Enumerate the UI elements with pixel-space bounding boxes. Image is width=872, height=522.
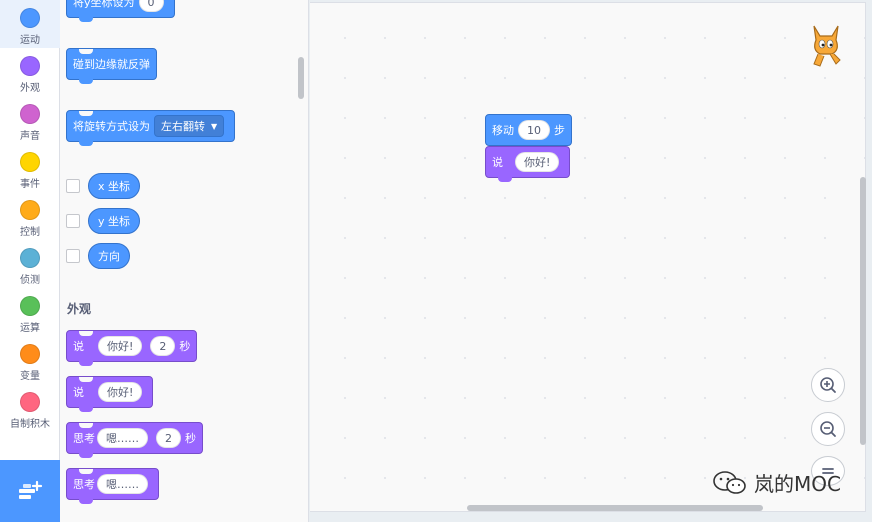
block-notch	[498, 176, 512, 182]
category-control[interactable]: 控制	[0, 192, 60, 240]
block-label: 说	[492, 156, 503, 169]
zoom-in-button[interactable]	[811, 368, 845, 402]
rotation-style-block[interactable]: 将旋转方式设为 左右翻转 ▼	[66, 110, 236, 146]
direction-checkbox[interactable]	[66, 249, 80, 263]
direction-reporter[interactable]: 方向	[88, 243, 130, 269]
add-extension-button[interactable]	[0, 460, 60, 522]
sprite-cat-icon	[806, 20, 846, 74]
dropdown-value: 左右翻转	[161, 120, 205, 133]
block-notch	[79, 498, 93, 504]
block-top-notch	[79, 331, 93, 336]
motion-color-dot	[20, 8, 40, 28]
category-motion[interactable]: 运动	[0, 0, 60, 48]
x-position-reporter[interactable]: x 坐标	[88, 173, 141, 199]
secs-input[interactable]: 2	[150, 336, 176, 356]
block-notch	[79, 360, 93, 366]
bounce-block[interactable]: 碰到边缘就反弹	[66, 48, 157, 84]
wechat-icon	[713, 470, 746, 494]
control-color-dot	[20, 200, 40, 220]
block-notch	[79, 78, 93, 84]
move-steps-block[interactable]: 移动 10 步	[485, 114, 572, 146]
block-top-notch	[79, 49, 93, 54]
y-position-reporter[interactable]: y 坐标	[88, 208, 141, 234]
workspace-horizontal-scrollbar[interactable]	[467, 505, 763, 511]
watermark: 岚的MOC	[712, 468, 841, 497]
category-label: 运算	[20, 323, 40, 334]
variables-color-dot	[20, 344, 40, 364]
block-label: 思考	[73, 432, 95, 445]
steps-input[interactable]: 10	[518, 120, 550, 140]
x-position-row: x 坐标	[66, 173, 141, 199]
block-label: 移动	[492, 124, 514, 137]
events-color-dot	[20, 152, 40, 172]
palette-scrollbar[interactable]	[298, 57, 304, 99]
looks-section-title: 外观	[67, 302, 92, 316]
category-label: 变量	[20, 371, 40, 382]
category-label: 控制	[20, 227, 40, 238]
block-label: 说	[73, 386, 84, 399]
set-y-block[interactable]: 将y坐标设为 0	[66, 0, 175, 22]
y-value-input[interactable]: 0	[138, 0, 164, 12]
block-top-notch	[79, 469, 93, 474]
zoom-out-icon	[820, 421, 836, 437]
say-text-input[interactable]: 你好!	[515, 152, 560, 172]
block-notch	[79, 140, 93, 146]
script-workspace[interactable]	[310, 2, 866, 512]
block-label: 说	[73, 340, 84, 353]
say-block[interactable]: 说 你好!	[485, 146, 571, 182]
category-label: 侦测	[20, 275, 40, 286]
category-variables[interactable]: 变量	[0, 336, 60, 384]
block-label: 思考	[73, 478, 95, 491]
think-text-input[interactable]: 嗯……	[97, 428, 148, 448]
think-for-secs-block[interactable]: 思考 嗯…… 2 秒	[66, 422, 203, 458]
unit-label: 秒	[185, 432, 196, 445]
category-my-blocks[interactable]: 自制积木	[0, 384, 60, 432]
category-sensing[interactable]: 侦测	[0, 240, 60, 288]
y-position-row: y 坐标	[66, 208, 141, 234]
looks-color-dot	[20, 56, 40, 76]
block-top-notch	[79, 423, 93, 428]
direction-row: 方向	[66, 243, 130, 269]
block-label: 将y坐标设为	[73, 0, 135, 9]
category-sidebar: 运动 外观 声音 事件 控制 侦测 运算 变量 自制积木	[0, 0, 60, 522]
think-block[interactable]: 思考 嗯……	[66, 468, 159, 504]
block-notch	[79, 406, 93, 412]
category-label: 声音	[20, 131, 40, 142]
block-top-notch	[79, 111, 93, 116]
say-for-secs-block[interactable]: 说 你好! 2 秒	[66, 330, 198, 366]
add-extension-icon	[19, 480, 43, 499]
category-label: 自制积木	[10, 419, 50, 430]
sound-color-dot	[20, 104, 40, 124]
category-events[interactable]: 事件	[0, 144, 60, 192]
think-text-input[interactable]: 嗯……	[97, 474, 148, 494]
y-position-checkbox[interactable]	[66, 214, 80, 228]
category-label: 运动	[20, 35, 40, 46]
x-position-checkbox[interactable]	[66, 179, 80, 193]
unit-label: 步	[554, 124, 565, 137]
zoom-out-button[interactable]	[811, 412, 845, 446]
secs-input[interactable]: 2	[156, 428, 181, 448]
workspace-vertical-scrollbar[interactable]	[860, 177, 866, 445]
rotation-style-dropdown[interactable]: 左右翻转 ▼	[154, 115, 225, 137]
say-block[interactable]: 说 你好!	[66, 376, 154, 412]
zoom-in-icon	[820, 377, 836, 393]
category-sound[interactable]: 声音	[0, 96, 60, 144]
say-text-input[interactable]: 你好!	[98, 336, 143, 356]
block-notch	[79, 16, 93, 22]
block-notch	[79, 452, 93, 458]
block-label: 碰到边缘就反弹	[73, 58, 150, 71]
category-label: 外观	[20, 83, 40, 94]
say-text-input[interactable]: 你好!	[98, 382, 143, 402]
category-operators[interactable]: 运算	[0, 288, 60, 336]
block-top-notch	[79, 377, 93, 382]
caret-down-icon: ▼	[211, 121, 218, 131]
category-looks[interactable]: 外观	[0, 48, 60, 96]
block-label: 将旋转方式设为	[73, 120, 150, 133]
my-blocks-color-dot	[20, 392, 40, 412]
category-label: 事件	[20, 179, 40, 190]
sensing-color-dot	[20, 248, 40, 268]
unit-label: 秒	[179, 340, 191, 353]
operators-color-dot	[20, 296, 40, 316]
watermark-text: 岚的MOC	[754, 472, 841, 496]
